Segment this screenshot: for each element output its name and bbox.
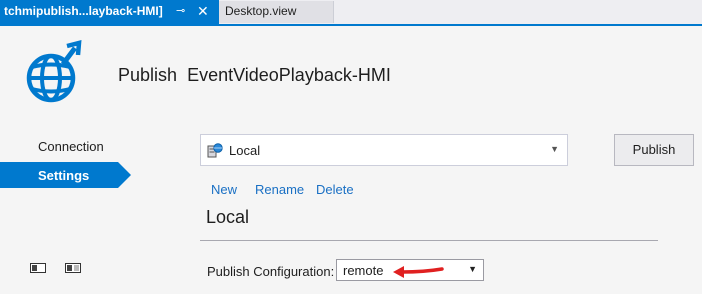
document-tab-bar: tchmipublish...layback-HMI] ⊸ ✕ Desktop.… <box>0 0 702 26</box>
pin-icon[interactable]: ⊸ <box>176 4 185 17</box>
page-title: Publish EventVideoPlayback-HMI <box>118 65 391 86</box>
collapse-panel-icon[interactable] <box>30 262 46 274</box>
new-link[interactable]: New <box>211 182 237 197</box>
server-globe-icon <box>207 143 223 158</box>
annotation-arrow-icon <box>393 266 444 278</box>
active-indicator <box>118 162 131 188</box>
sidebar-item-label: Connection <box>38 139 104 154</box>
expand-panel-icon[interactable] <box>65 262 81 274</box>
globe-publish-icon <box>26 40 82 103</box>
project-name: EventVideoPlayback-HMI <box>187 65 391 85</box>
profile-selected: Local <box>229 143 261 158</box>
sidebar-item-label: Settings <box>38 168 90 183</box>
close-icon[interactable]: ✕ <box>197 3 209 20</box>
divider <box>200 240 658 241</box>
page-title-prefix: Publish <box>118 65 178 85</box>
profile-dropdown[interactable]: Local ▼ <box>200 134 568 166</box>
publish-button[interactable]: Publish <box>614 134 694 166</box>
sidebar-item-settings[interactable]: Settings <box>0 162 118 188</box>
delete-link[interactable]: Delete <box>316 182 354 197</box>
chevron-down-icon: ▼ <box>550 144 559 154</box>
publish-config-value: remote <box>343 263 384 278</box>
sidebar-item-connection[interactable]: Connection <box>0 133 118 159</box>
tab-title: Desktop.view <box>225 4 297 18</box>
tab-title: tchmipublish...layback-HMI] <box>4 4 163 18</box>
section-title: Local <box>206 207 250 227</box>
tab-desktop-view[interactable]: Desktop.view <box>219 1 334 23</box>
chevron-down-icon: ▼ <box>468 264 477 274</box>
rename-link[interactable]: Rename <box>255 182 304 197</box>
publish-config-label: Publish Configuration: <box>207 264 335 279</box>
tab-tchmipublish[interactable]: tchmipublish...layback-HMI] ⊸ ✕ <box>0 0 219 24</box>
